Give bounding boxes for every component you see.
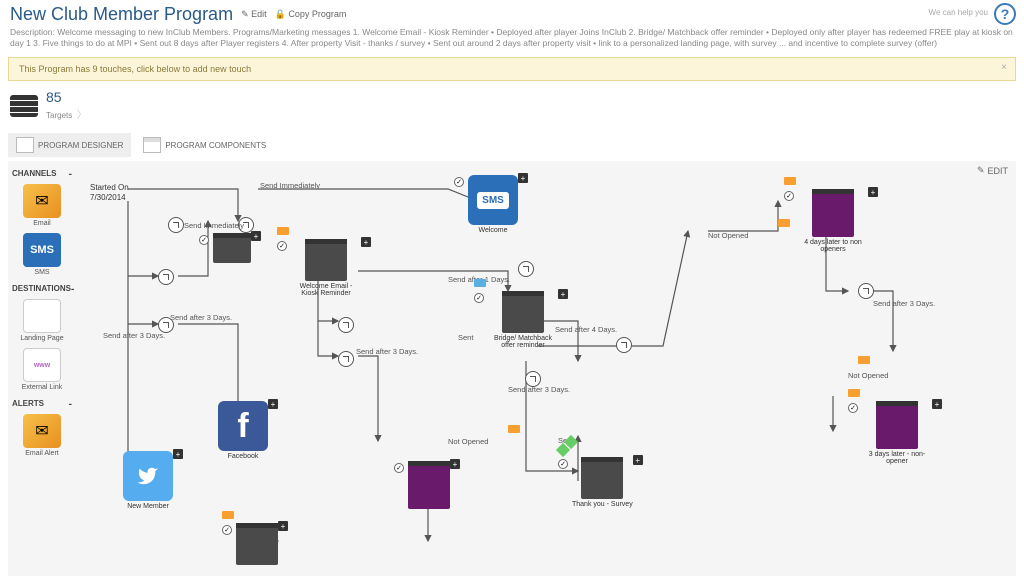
targets-count[interactable]: 85 (46, 89, 87, 105)
clock-icon (518, 261, 534, 277)
node-welcome-sms[interactable]: ✓ SMS+ Welcome (468, 175, 518, 234)
collapse-icon[interactable]: - (69, 169, 72, 180)
edit-program-link[interactable]: ✎ Edit (241, 9, 267, 20)
node-welcome-kiosk[interactable]: ✓ + Welcome Email - Kiosk Reminder (291, 239, 361, 297)
program-description: Description: Welcome messaging to new In… (10, 27, 1014, 49)
clock-icon (168, 217, 184, 233)
designer-canvas[interactable]: ✎ EDIT CHANNELS- ✉Email SMSSMS DESTINATI… (8, 161, 1016, 576)
copy-program-link[interactable]: 🔒 Copy Program (275, 9, 347, 20)
channel-sms[interactable]: SMSSMS (12, 233, 72, 276)
destination-external-link[interactable]: wwwExternal Link (12, 348, 72, 391)
edge-label: Sent (458, 333, 473, 342)
edge-label: Send after 3 Days. (508, 385, 570, 394)
channel-email[interactable]: ✉Email (12, 184, 72, 227)
node-card-top[interactable]: ✓ + (213, 233, 251, 263)
edge-label: Send after 3 Days. (103, 331, 165, 340)
clock-icon (338, 351, 354, 367)
calendar-icon (143, 137, 161, 153)
page-title: New Club Member Program (10, 4, 233, 25)
node-3days[interactable]: ✓ + 3 days later - non-opener (862, 401, 932, 465)
designer-icon (16, 137, 34, 153)
node-bridge[interactable]: ✓ + Bridge/ Matchback offer reminder (488, 291, 558, 349)
node-4days[interactable]: ✓ + 4 days later to non openers (798, 189, 868, 253)
clock-icon (616, 337, 632, 353)
envelope-icon (858, 356, 870, 364)
help-icon[interactable]: ? (994, 3, 1016, 25)
node-promo-left[interactable]: ✓ + (408, 461, 450, 509)
close-icon[interactable]: × (1001, 62, 1007, 73)
collapse-icon[interactable]: - (69, 399, 72, 410)
edge-label: Send Immediately (184, 221, 244, 230)
start-node: Started On7/30/2014 (90, 183, 129, 202)
node-card-bottom[interactable]: ✓ + (236, 523, 278, 565)
destinations-header: DESTINATIONS- (12, 284, 72, 295)
edge-label: Send Immediately (260, 181, 320, 190)
node-new-member[interactable]: + New Member (123, 451, 173, 510)
help-text: We can help you (929, 8, 988, 17)
collapse-icon[interactable]: - (71, 284, 74, 295)
alerts-header: ALERTS- (12, 399, 72, 410)
clock-icon (858, 283, 874, 299)
edge-label: Send after 4 Days. (555, 325, 617, 334)
clock-icon (158, 269, 174, 285)
notice-banner: This Program has 9 touches, click below … (8, 57, 1016, 81)
tab-program-components[interactable]: PROGRAM COMPONENTS (135, 133, 274, 157)
tab-program-designer[interactable]: PROGRAM DESIGNER (8, 133, 131, 157)
node-thankyou[interactable]: ✓ + Thank you - Survey (572, 457, 633, 508)
node-facebook[interactable]: f+ Facebook (218, 401, 268, 460)
edge-label: Not Opened (708, 231, 748, 240)
destination-landing-page[interactable]: Landing Page (12, 299, 72, 342)
envelope-icon (508, 425, 520, 433)
channels-header: CHANNELS- (12, 169, 72, 180)
clock-icon (338, 317, 354, 333)
envelope-icon (778, 219, 790, 227)
edge-label: Not Opened (848, 371, 888, 380)
edge-label: Send after 3 Days. (170, 313, 232, 322)
edge-label: Send after 3 Days. (873, 299, 935, 308)
edge-label: Not Opened (448, 437, 488, 446)
alert-email[interactable]: ✉Email Alert (12, 414, 72, 457)
chevron-right-icon[interactable]: 〉 (77, 110, 87, 121)
edge-label: Send after 3 Days. (356, 347, 418, 356)
targets-label: Targets (46, 111, 72, 120)
database-icon (10, 95, 38, 117)
